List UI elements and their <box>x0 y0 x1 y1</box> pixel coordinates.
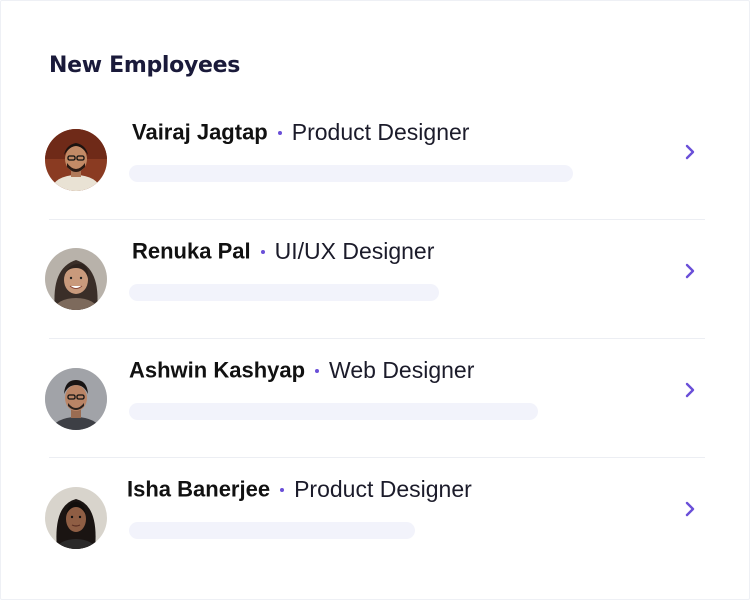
employee-role: Product Designer <box>294 476 472 502</box>
employee-row[interactable]: Ashwin Kashyap Web Designer <box>45 339 705 458</box>
employee-row[interactable]: Isha Banerjee Product Designer <box>45 458 705 577</box>
chevron-right-icon[interactable] <box>683 143 697 161</box>
chevron-right-icon[interactable] <box>683 262 697 280</box>
employee-line: Isha Banerjee Product Designer <box>127 476 472 503</box>
avatar <box>45 487 107 549</box>
employee-line: Vairaj Jagtap Product Designer <box>132 119 469 146</box>
dot-separator-icon <box>260 249 265 254</box>
employee-role: Web Designer <box>329 357 475 383</box>
employee-name: Ashwin Kashyap <box>129 357 306 383</box>
progress-bar <box>129 165 573 182</box>
avatar <box>45 248 107 310</box>
dot-separator-icon <box>315 368 320 373</box>
employee-name: Renuka Pal <box>132 238 251 264</box>
employee-role: UI/UX Designer <box>274 238 435 264</box>
progress-bar <box>129 522 415 539</box>
employee-row[interactable]: Vairaj Jagtap Product Designer <box>45 101 705 220</box>
avatar <box>45 129 107 191</box>
employee-line: Renuka Pal UI/UX Designer <box>132 238 434 265</box>
chevron-right-icon[interactable] <box>683 381 697 399</box>
new-employees-card: New Employees Vairaj Jagtap Product Desig… <box>0 0 750 600</box>
employee-line: Ashwin Kashyap Web Designer <box>129 357 474 384</box>
card-title: New Employees <box>49 53 241 78</box>
progress-bar <box>129 403 538 420</box>
employee-role: Product Designer <box>291 119 470 145</box>
dot-separator-icon <box>280 487 285 492</box>
employee-name: Vairaj Jagtap <box>132 119 268 145</box>
chevron-right-icon[interactable] <box>683 500 697 518</box>
avatar <box>45 368 107 430</box>
dot-separator-icon <box>277 130 282 135</box>
employee-row[interactable]: Renuka Pal UI/UX Designer <box>45 220 705 339</box>
progress-bar <box>129 284 439 301</box>
employee-name: Isha Banerjee <box>127 476 271 502</box>
